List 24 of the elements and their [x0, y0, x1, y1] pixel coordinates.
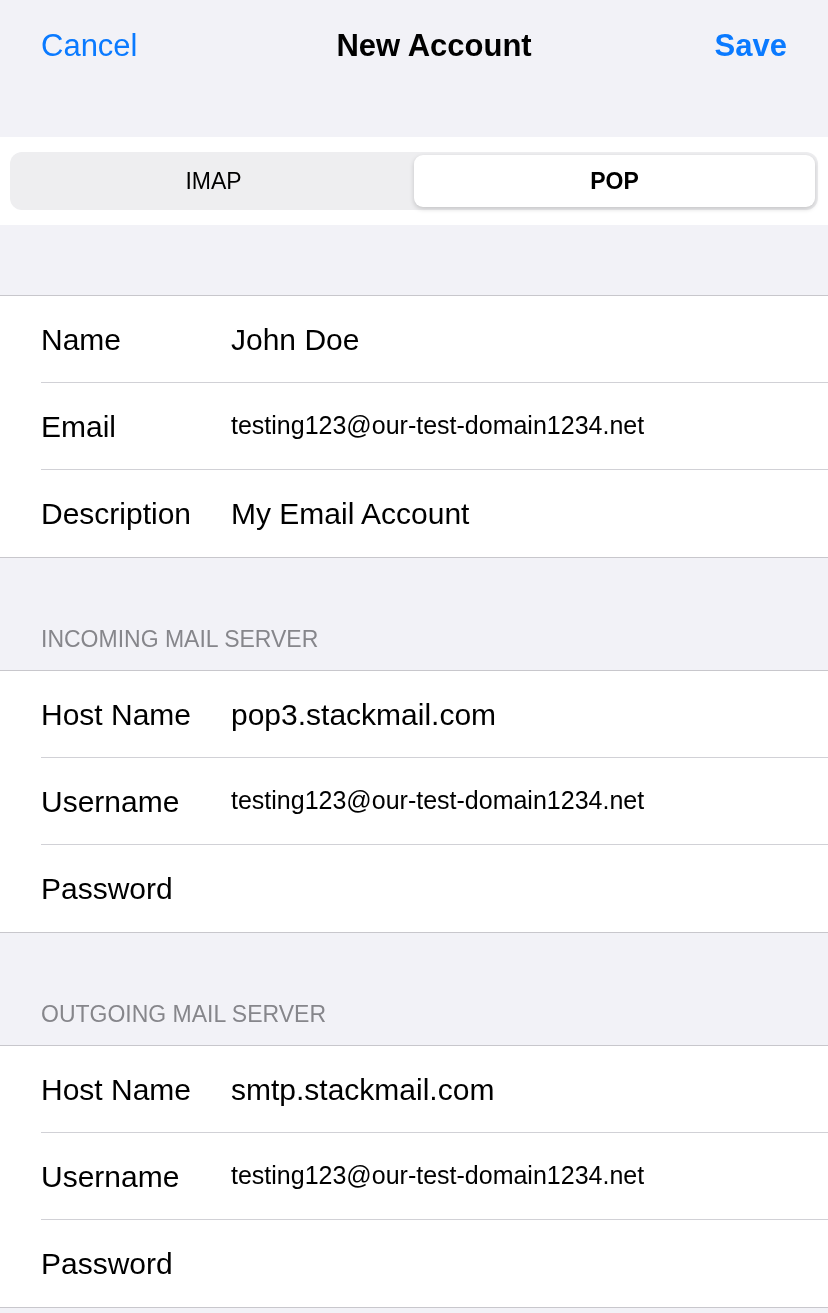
- input-field[interactable]: pop3.stackmail.com: [231, 691, 828, 737]
- field-label: Description: [41, 496, 193, 532]
- field-label: Email: [41, 408, 117, 445]
- cancel-button[interactable]: Cancel: [41, 26, 138, 66]
- segment-tab[interactable]: IMAP: [13, 155, 414, 207]
- segmented-control[interactable]: IMAP POP: [10, 152, 818, 210]
- input-field[interactable]: My Email Account: [231, 491, 828, 536]
- segment-tab[interactable]: POP: [414, 155, 815, 207]
- input-field[interactable]: testing123@our-test-domain1234.net: [231, 407, 828, 445]
- field-label: Password: [41, 1246, 174, 1282]
- field-label: Name: [41, 321, 123, 358]
- input-field[interactable]: smtp.stackmail.com: [231, 1066, 828, 1112]
- section-header: OUTGOING MAIL SERVER: [40, 999, 327, 1029]
- field-label: Username: [41, 1158, 181, 1195]
- input-field[interactable]: testing123@our-test-domain1234.net: [231, 782, 828, 820]
- field-label: Username: [41, 783, 181, 820]
- save-button[interactable]: Save: [714, 26, 787, 66]
- screen-title: New Account: [336, 27, 532, 65]
- section-header: INCOMING MAIL SERVER: [40, 624, 320, 654]
- input-field[interactable]: John Doe: [231, 316, 828, 362]
- field-label: Host Name: [41, 1071, 193, 1108]
- field-label: Password: [41, 871, 174, 907]
- input-field[interactable]: testing123@our-test-domain1234.net: [231, 1157, 828, 1195]
- field-label: Host Name: [41, 696, 193, 733]
